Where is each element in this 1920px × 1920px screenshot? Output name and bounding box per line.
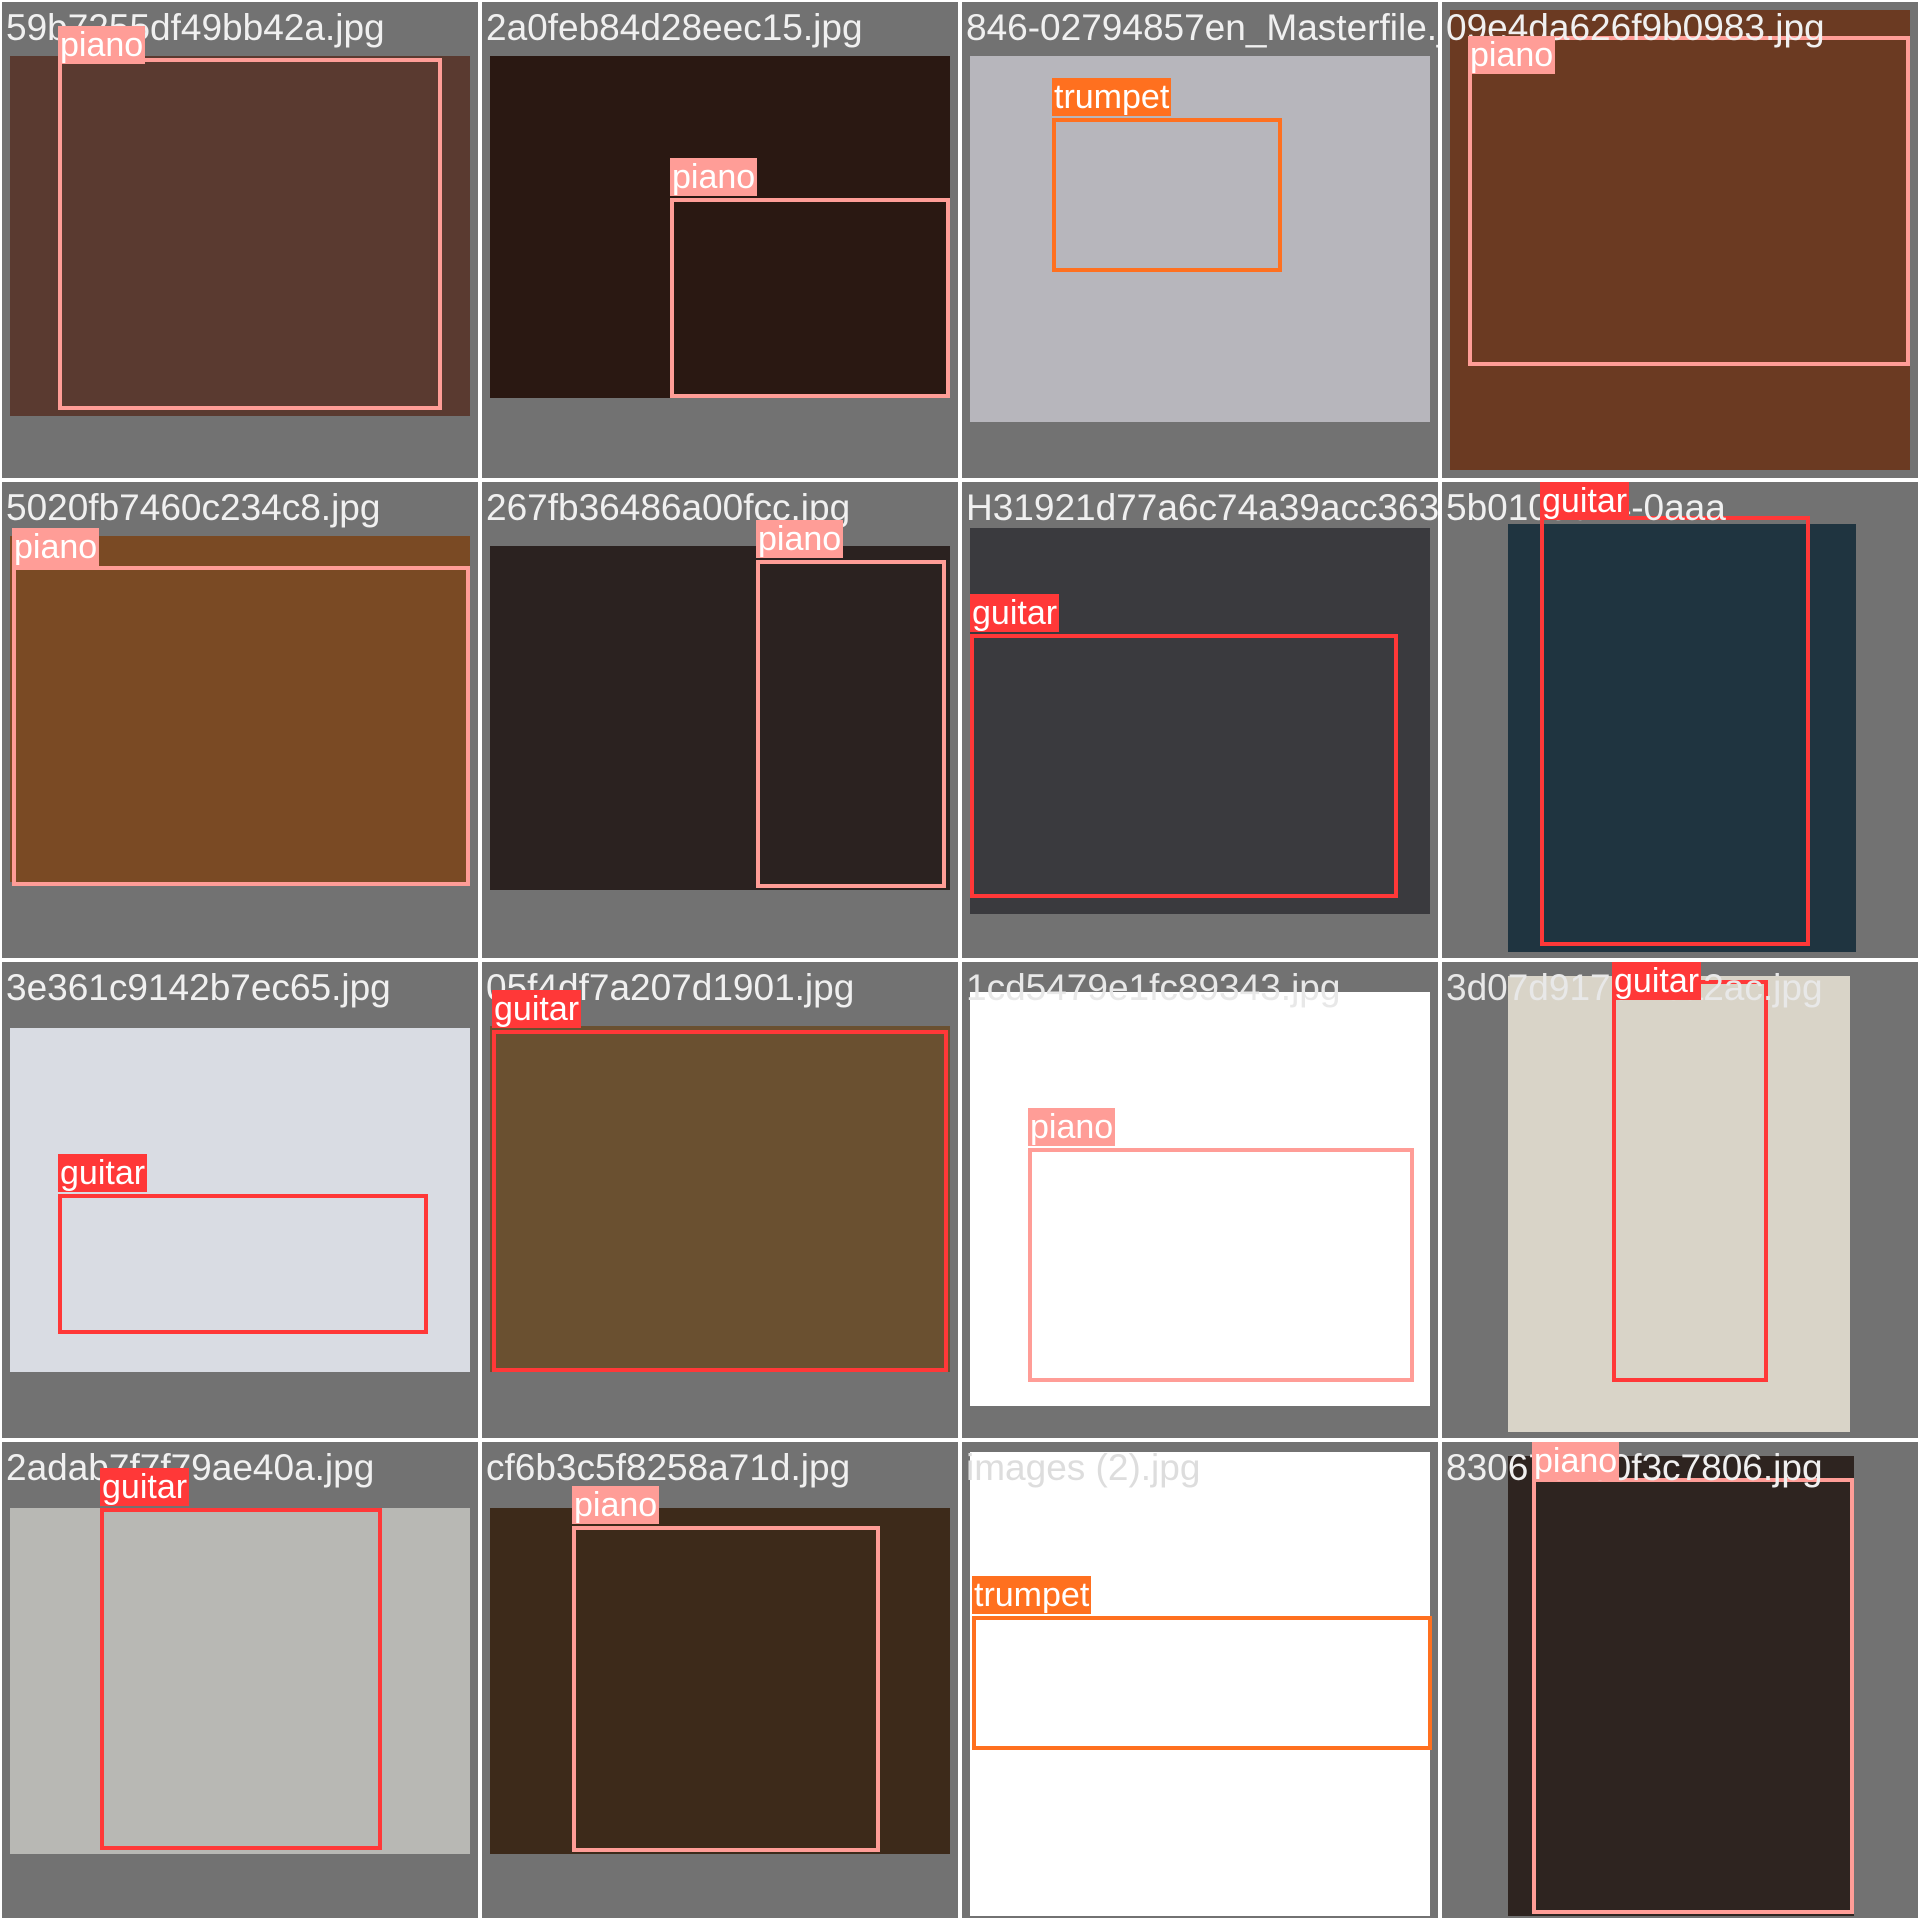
- bbox-label: trumpet: [972, 1576, 1092, 1614]
- tile-filename: 2a0feb84d28eec15.jpg: [486, 7, 863, 48]
- bbox-label: piano: [1532, 1442, 1620, 1480]
- bbox: [1052, 118, 1282, 272]
- tile-filename: 5020fb7460c234c8.jpg: [6, 487, 381, 528]
- bbox-label: piano: [1468, 36, 1556, 74]
- tile-7: H31921d77a6c74a39acc3636825 guitar: [962, 482, 1438, 958]
- bbox-label: piano: [670, 158, 758, 196]
- tile-3: 846-02794857en_Masterfile.jpg trumpet: [962, 2, 1438, 478]
- bbox: [58, 1194, 428, 1334]
- bbox: [1540, 516, 1810, 946]
- tile-16: 83067e4e0f3c7806.jpg piano: [1442, 1442, 1918, 1918]
- tile-8: 5b0105614-0aaa guitar: [1442, 482, 1918, 958]
- tile-2: 2a0feb84d28eec15.jpg piano: [482, 2, 958, 478]
- bbox: [756, 560, 946, 888]
- bbox: [572, 1526, 880, 1852]
- tile-10: 05f4df7a207d1901.jpg guitar: [482, 962, 958, 1438]
- tile-filename: cf6b3c5f8258a71d.jpg: [486, 1447, 851, 1488]
- tile-4: 09e4da626f9b0983.jpg piano: [1442, 2, 1918, 478]
- bbox: [970, 634, 1398, 898]
- bbox: [1468, 36, 1910, 366]
- tile-filename: 2adab7f7f79ae40a.jpg: [6, 1447, 375, 1488]
- tile-12: 3d07d9176f4ba2ac.jpg guitar: [1442, 962, 1918, 1438]
- bbox: [1532, 1478, 1854, 1914]
- tile-1: 59b7255df49bb42a.jpg piano: [2, 2, 478, 478]
- tile-13: 2adab7f7f79ae40a.jpg guitar: [2, 1442, 478, 1918]
- tile-9: 3e361c9142b7ec65.jpg guitar: [2, 962, 478, 1438]
- tile-11: 1cd5479e1fc89343.jpg piano: [962, 962, 1438, 1438]
- tile-15: images (2).jpg trumpet: [962, 1442, 1438, 1918]
- bbox: [58, 58, 442, 410]
- tile-5: 5020fb7460c234c8.jpg piano: [2, 482, 478, 958]
- detection-mosaic: 59b7255df49bb42a.jpg piano 2a0feb84d28ee…: [0, 0, 1920, 1920]
- bbox-label: guitar: [970, 594, 1060, 632]
- bbox-label: trumpet: [1052, 78, 1172, 116]
- bbox-label: piano: [1028, 1108, 1116, 1146]
- bbox: [100, 1508, 382, 1850]
- tile-filename: 3e361c9142b7ec65.jpg: [6, 967, 391, 1008]
- bbox-label: guitar: [1612, 962, 1702, 1000]
- tile-14: cf6b3c5f8258a71d.jpg piano: [482, 1442, 958, 1918]
- tile-filename: 1cd5479e1fc89343.jpg: [966, 967, 1341, 1008]
- bbox-label: piano: [12, 528, 100, 566]
- tile-filename: 846-02794857en_Masterfile.jpg: [966, 7, 1438, 48]
- bbox: [1028, 1148, 1414, 1382]
- bbox-label: guitar: [1540, 482, 1630, 520]
- bbox-label: guitar: [100, 1468, 190, 1506]
- bbox: [972, 1616, 1432, 1750]
- bbox-label: guitar: [492, 990, 582, 1028]
- bbox-label: piano: [756, 520, 844, 558]
- tile-filename: 83067e4e0f3c7806.jpg: [1446, 1447, 1823, 1488]
- bbox-label: piano: [58, 26, 146, 64]
- bbox-label: guitar: [58, 1154, 148, 1192]
- tile-filename: H31921d77a6c74a39acc3636825: [966, 487, 1438, 528]
- bbox: [670, 198, 950, 398]
- bbox-label: piano: [572, 1486, 660, 1524]
- bbox: [1612, 980, 1768, 1382]
- bbox: [12, 566, 470, 886]
- tile-6: 267fb36486a00fcc.jpg piano: [482, 482, 958, 958]
- tile-filename: images (2).jpg: [966, 1447, 1201, 1488]
- bbox: [492, 1030, 948, 1372]
